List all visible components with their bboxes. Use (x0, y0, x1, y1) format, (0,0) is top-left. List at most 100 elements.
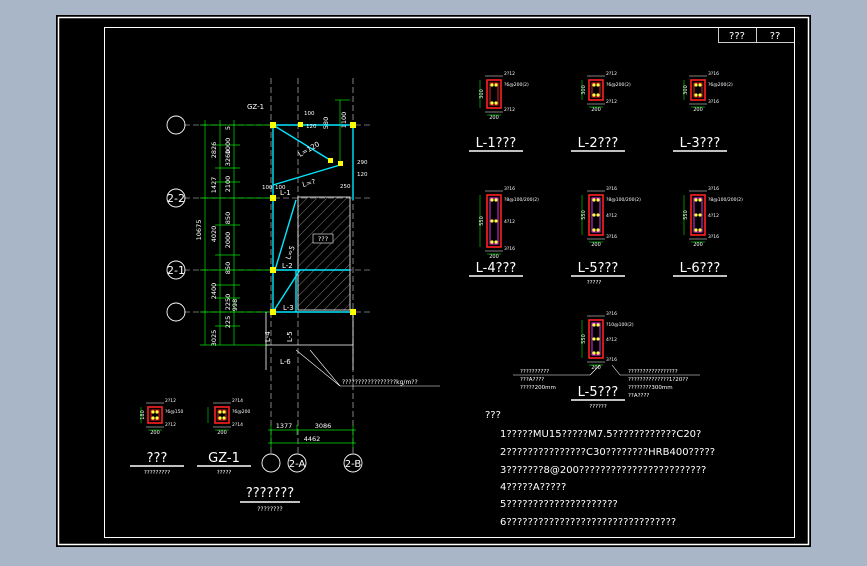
stirrup-label: ?8@100/200(2) (708, 197, 743, 203)
rebar-dot (494, 198, 498, 202)
bottom-rebar-label: 3?16 (708, 234, 719, 240)
l5b-note-left-3: ?????200mm (520, 385, 556, 391)
small-dim-3: 120 (357, 172, 368, 178)
note-5: 5????????????????????? (500, 499, 618, 510)
l5b-note-right-3: ????????300mm (628, 385, 673, 391)
l5b-note-right-4: ??A???? (628, 393, 649, 399)
dim-top-1: 1100 (340, 112, 348, 129)
dim-inner-11: 225 (224, 316, 232, 328)
rebar-dot (494, 83, 498, 87)
top-rebar-label: 3?16 (504, 186, 515, 192)
section-subtitle: ????????? (144, 470, 170, 476)
hatched-room (297, 196, 351, 311)
gz-label: GZ-1 (247, 103, 264, 111)
dim-top-2: 580 (322, 117, 330, 129)
dim-outer-3: 4020 (210, 226, 218, 243)
mid-rebar-label: 4?12 (504, 219, 515, 225)
section-title: L-1??? (476, 136, 517, 151)
rebar-dot (592, 83, 596, 87)
plan-title: ??????? (246, 486, 294, 501)
dim-inner-2: 2826 (210, 142, 218, 159)
stirrup-label: ?10@100(2) (606, 322, 634, 328)
rebar-dot (592, 198, 596, 202)
stirrup-label: ?6@200(2) (708, 82, 733, 88)
stirrup-label: ?6@150 (165, 409, 183, 415)
mid-rebar-label: 4?12 (606, 213, 617, 219)
dim-inner-4: 1000 (224, 138, 232, 155)
l5b-note-left-2: ???A???? (520, 377, 544, 383)
rebar-dot (494, 219, 498, 223)
section-width-label: 200 (591, 242, 601, 248)
notes-heading: ??? (485, 410, 501, 421)
beam-label-4: L-4 (264, 331, 272, 342)
rebar-dot (592, 93, 596, 97)
rebar-dot (592, 337, 596, 341)
rebar-dot (698, 198, 702, 202)
rebar-dot (592, 213, 596, 217)
title-block-cell-2: ?? (770, 31, 781, 42)
top-rebar-label: 2?12 (606, 71, 617, 77)
rebar-dot (490, 198, 494, 202)
rebar-dot (218, 410, 222, 414)
bottom-rebar-label: 3?16 (504, 246, 515, 252)
cad-viewport[interactable]: ??? ?? 2-2 2-1 2-A 2-B 10675 1427 4020 2… (0, 0, 867, 562)
stirrup-label: ?8@100/200(2) (606, 197, 641, 203)
bottom-rebar-label: 2?14 (232, 422, 243, 428)
stirrup-label: ?6@200 (232, 409, 250, 415)
rebar-dot (592, 228, 596, 232)
dim-bottom-3: 4462 (304, 435, 321, 443)
section-width-label: 200 (693, 107, 703, 113)
dim-outer-2: 1427 (210, 177, 218, 194)
rebar-dot (596, 228, 600, 232)
rebar-dot (694, 93, 698, 97)
beam-label-6: L-6 (280, 358, 291, 366)
section-width-label: 200 (489, 254, 499, 260)
top-rebar-label: 2?12 (165, 398, 176, 404)
section-title: GZ-1 (208, 451, 240, 466)
plan-subtitle: ???????? (257, 506, 282, 513)
rebar-dot (596, 93, 600, 97)
rebar-dot (694, 213, 698, 217)
rebar-dot (494, 240, 498, 244)
dim-inner-10: 998 (231, 299, 239, 311)
rebar-dot (694, 228, 698, 232)
l5b-note-right-2: ??????????????1?20?? (628, 377, 688, 383)
small-dim-2: 100 (275, 185, 286, 191)
rebar-dot (218, 416, 222, 420)
rebar-dot (698, 213, 702, 217)
rebar-dot (596, 323, 600, 327)
structural-drawing: ??? ?? 2-2 2-1 2-A 2-B 10675 1427 4020 2… (56, 15, 811, 547)
section-title: L-5??? (578, 385, 619, 400)
rebar-dot (494, 101, 498, 105)
rebar-dot (698, 83, 702, 87)
dim-outer-1: 10675 (195, 220, 203, 241)
section-subtitle: ????? (217, 470, 232, 476)
stirrup-label: ?6@200(2) (504, 82, 529, 88)
small-dim-4: 120 (306, 124, 317, 130)
dim-inner-5: 850 (224, 212, 232, 224)
axis-label-left-2: 2-1 (167, 264, 185, 277)
rebar-dot (698, 93, 702, 97)
mid-rebar-label: 4?12 (708, 213, 719, 219)
rebar-dot (694, 83, 698, 87)
rebar-dot (596, 83, 600, 87)
section-title: L-4??? (476, 261, 517, 276)
note-4: 4?????A????? (500, 482, 566, 493)
rebar-dot (155, 410, 159, 414)
sections-sub: ????? (587, 280, 602, 286)
section-title: L-6??? (680, 261, 721, 276)
section-title: ??? (147, 451, 168, 466)
axis-label-bottom-1: 2-A (289, 459, 306, 470)
rebar-dot (596, 351, 600, 355)
stirrup-label: ?6@200(2) (606, 82, 631, 88)
bottom-rebar-label: 3?16 (606, 234, 617, 240)
note-2: 2???????????????C30????????HRB400????? (500, 447, 715, 458)
rebar-dot (222, 410, 226, 414)
rebar-dot (596, 213, 600, 217)
rebar-dot (151, 416, 155, 420)
mid-rebar-label: 4?12 (606, 337, 617, 343)
section-title: L-3??? (680, 136, 721, 151)
dim-outer-4: 2400 (210, 283, 218, 300)
dim-bottom-2: 3086 (315, 422, 332, 430)
section-width-label: 200 (591, 107, 601, 113)
